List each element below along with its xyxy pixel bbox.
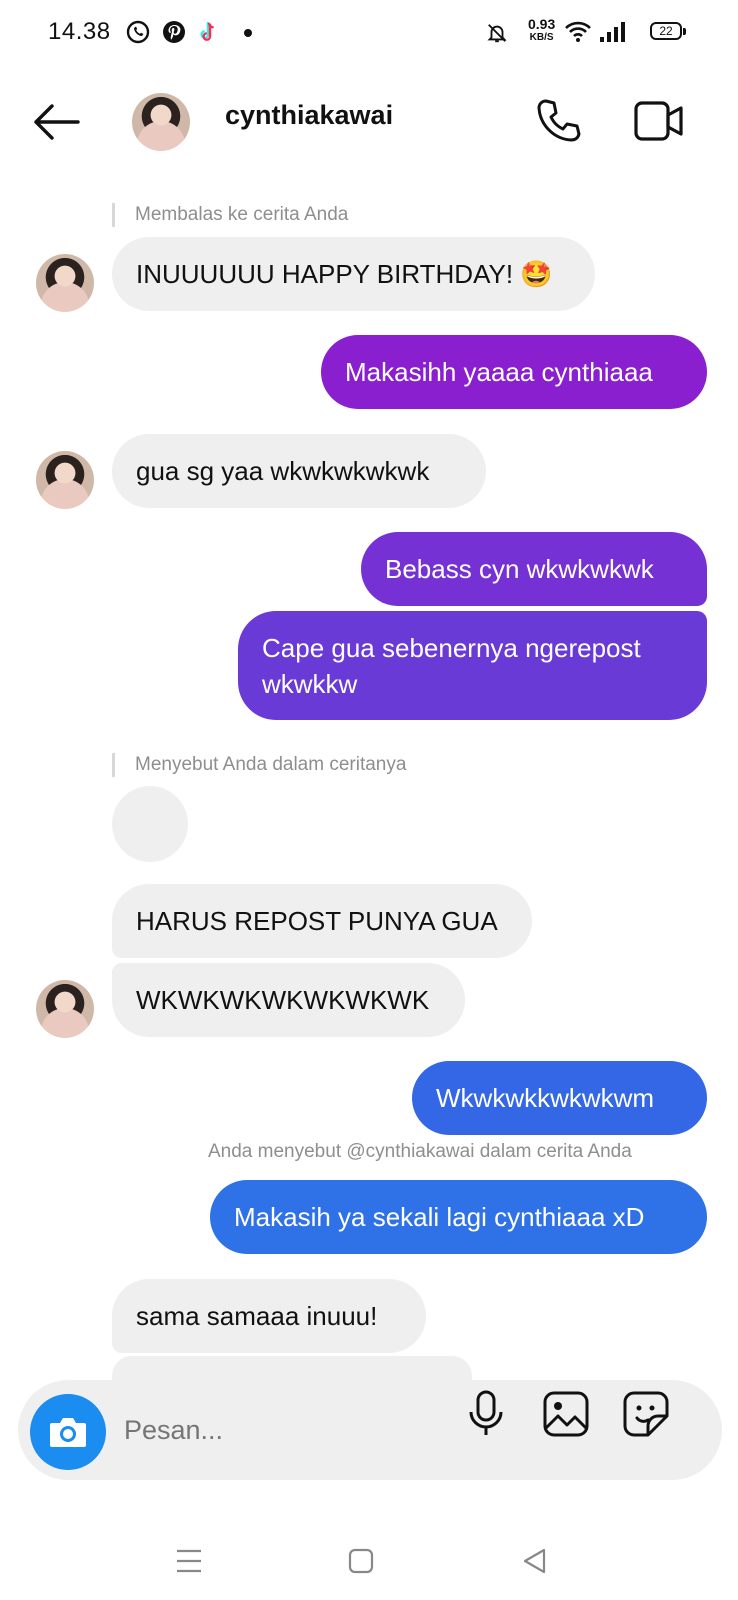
story-preview[interactable] [112, 786, 188, 862]
sender-avatar[interactable] [36, 254, 94, 312]
signal-icon [600, 22, 625, 42]
incoming-message-partial[interactable] [112, 1356, 472, 1380]
outgoing-message[interactable]: Makasihh yaaaa cynthiaaa [321, 335, 707, 409]
sender-avatar[interactable] [36, 980, 94, 1038]
home-square-icon[interactable] [348, 1548, 374, 1574]
phone-icon[interactable] [534, 97, 582, 145]
message-input[interactable] [118, 1400, 450, 1460]
whatsapp-icon [126, 20, 150, 44]
header-avatar[interactable] [132, 93, 190, 151]
speed-unit: KB/S [529, 32, 554, 43]
pinterest-icon [163, 21, 185, 43]
story-mention-note: Menyebut Anda dalam ceritanya [112, 753, 406, 777]
incoming-message[interactable]: sama samaaa inuuu! [112, 1279, 426, 1353]
mute-icon [487, 24, 507, 43]
notification-dot [244, 29, 252, 37]
wifi-icon [565, 21, 591, 42]
tiktok-icon [200, 22, 214, 41]
back-triangle-icon[interactable] [522, 1548, 548, 1574]
incoming-message[interactable]: WKWKWKWKWKWKWK [112, 963, 465, 1037]
camera-icon [50, 1418, 86, 1447]
sticker-icon[interactable] [622, 1390, 670, 1438]
video-icon[interactable] [634, 99, 684, 143]
menu-icon[interactable] [176, 1548, 202, 1574]
battery-indicator: 22 [650, 22, 686, 40]
back-arrow-icon[interactable] [32, 104, 80, 140]
sender-avatar[interactable] [36, 451, 94, 509]
outgoing-message[interactable]: Makasih ya sekali lagi cynthiaaa xD [210, 1180, 707, 1254]
incoming-message[interactable]: HARUS REPOST PUNYA GUA [112, 884, 532, 958]
camera-button[interactable] [30, 1394, 106, 1470]
outgoing-message[interactable]: Bebass cyn wkwkwkwk [361, 532, 707, 606]
incoming-message[interactable]: gua sg yaa wkwkwkwkwk [112, 434, 486, 508]
mention-note: Anda menyebut @cynthiakawai dalam cerita… [208, 1141, 632, 1162]
outgoing-message[interactable]: Cape gua sebenernya ngerepost wkwkkw [238, 611, 707, 720]
reply-to-story-note: Membalas ke cerita Anda [112, 203, 348, 227]
status-time: 14.38 [48, 18, 111, 45]
microphone-icon[interactable] [466, 1388, 506, 1438]
outgoing-message[interactable]: Wkwkwkkwkwkwm [412, 1061, 707, 1135]
header-username[interactable]: cynthiakawai [225, 100, 393, 131]
network-speed: 0.93 KB/S [528, 16, 556, 44]
image-icon[interactable] [542, 1390, 590, 1438]
incoming-message[interactable]: INUUUUUU HAPPY BIRTHDAY! 🤩 [112, 237, 595, 311]
speed-value: 0.93 [528, 16, 556, 32]
